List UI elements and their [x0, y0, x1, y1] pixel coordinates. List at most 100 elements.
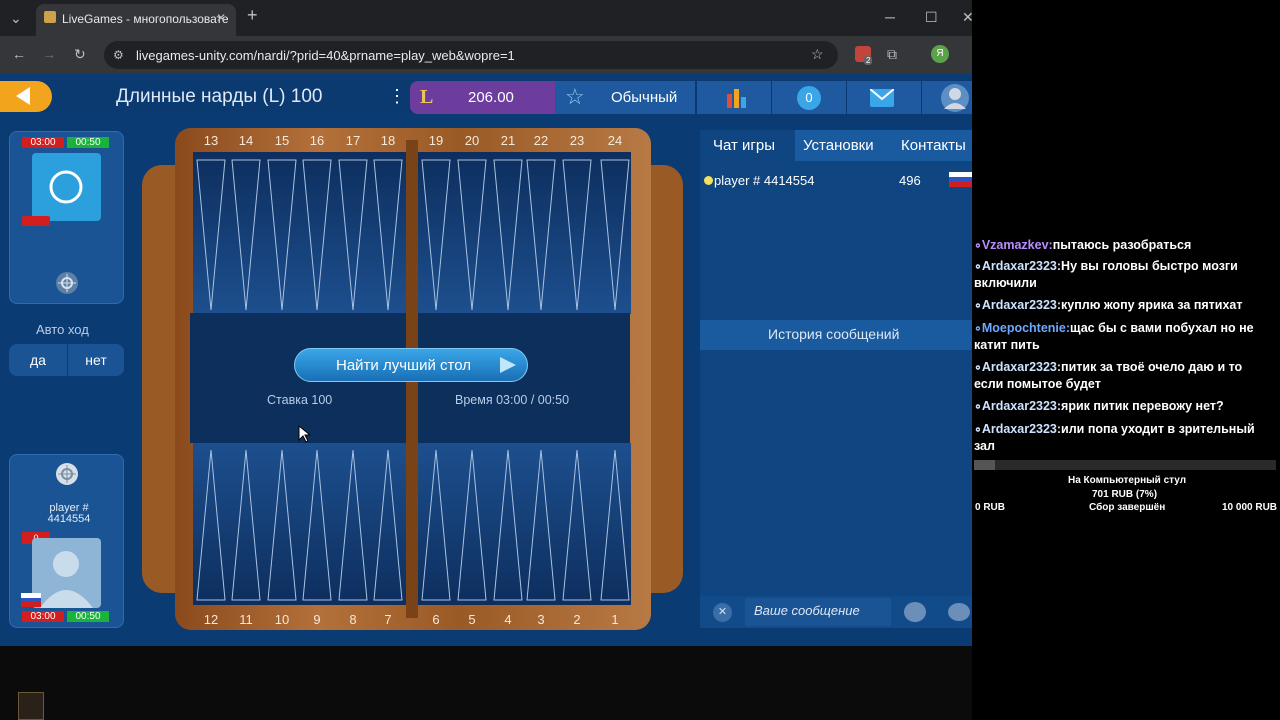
bar-chart-icon — [727, 89, 746, 108]
goal-status: Сбор завершён — [1089, 502, 1166, 513]
board-point-top[interactable] — [302, 159, 332, 311]
board-point-top[interactable] — [231, 159, 261, 311]
board-point-top[interactable] — [196, 159, 226, 311]
bookmark-star-icon[interactable]: ☆ — [811, 46, 824, 62]
stream-chat-nick: ∘Ardaxar2323: — [974, 298, 1062, 312]
emoji-icon[interactable] — [904, 602, 926, 622]
board-point-bottom[interactable] — [421, 449, 451, 601]
board-point-bottom[interactable] — [267, 449, 297, 601]
board-point-bottom[interactable] — [457, 449, 487, 601]
board-point-bottom[interactable] — [231, 449, 261, 601]
stream-chat-text: куплю жопу ярика за пятихат — [1061, 298, 1243, 312]
board-point-bottom[interactable] — [493, 449, 523, 601]
extensions-puzzle-icon[interactable]: ⧉ — [887, 46, 897, 62]
board-point-top[interactable] — [421, 159, 451, 311]
opponent-avatar — [32, 153, 101, 221]
board-point-top[interactable] — [493, 159, 523, 311]
player-timer-main: 03:00 — [22, 611, 64, 622]
coin-icon: L — [420, 86, 434, 108]
tab-title: LiveGames - многопользовате — [62, 12, 229, 26]
url-text[interactable]: livegames-unity.com/nardi/?prid=40&prnam… — [136, 48, 515, 63]
board-point-top[interactable] — [562, 159, 592, 311]
stream-chat-message: ∘Ardaxar2323:Ну вы головы быстро мозги в… — [974, 258, 1274, 292]
back-button[interactable] — [0, 81, 52, 112]
chat-panel — [700, 130, 972, 628]
message-input-placeholder: Ваше сообщение — [754, 603, 860, 618]
opponent-timer-main: 03:00 — [22, 137, 64, 148]
stream-chat-message: ∘Ardaxar2323:или попа уходит в зрительны… — [974, 421, 1274, 455]
stream-chat-text: ярик питик перевожу нет? — [1061, 399, 1224, 413]
point-number-bottom: 2 — [573, 612, 581, 627]
game-title: Длинные нарды (L) 100 — [116, 86, 323, 107]
chat-user-rating: 496 — [899, 173, 921, 188]
point-number-top: 16 — [309, 133, 325, 148]
stream-chat-nick: ∘Ardaxar2323: — [974, 422, 1062, 436]
board-point-bottom[interactable] — [196, 449, 226, 601]
new-tab-button[interactable]: + — [247, 6, 258, 24]
player-avatar — [32, 538, 101, 608]
maximize-button[interactable]: ☐ — [925, 9, 938, 25]
goal-progress-fill — [974, 460, 996, 470]
goal-max: 10 000 RUB — [1222, 502, 1278, 513]
minimize-button[interactable]: ─ — [885, 9, 895, 25]
favicon-icon — [44, 11, 56, 23]
board-point-top[interactable] — [267, 159, 297, 311]
goal-progress-track — [974, 460, 1276, 470]
tab-search-icon[interactable]: ⌄ — [10, 10, 22, 26]
board-point-bottom[interactable] — [302, 449, 332, 601]
board-point-bottom[interactable] — [338, 449, 368, 601]
point-number-top: 21 — [500, 133, 516, 148]
balance-value: 206.00 — [468, 89, 514, 106]
board-point-top[interactable] — [338, 159, 368, 311]
board-point-bottom[interactable] — [526, 449, 556, 601]
back-icon[interactable]: ← — [12, 46, 26, 62]
tab-contacts-label[interactable]: Контакты — [901, 137, 966, 154]
tab-close-icon[interactable]: ✕ — [216, 10, 226, 26]
mail-icon — [870, 89, 894, 107]
board-point-top[interactable] — [373, 159, 403, 311]
point-number-bottom: 10 — [274, 612, 290, 627]
stream-chat-nick: ∘Vzamazkev: — [974, 238, 1053, 252]
reload-icon[interactable]: ↻ — [74, 46, 86, 62]
stream-chat-message: ∘Ardaxar2323:ярик питик перевожу нет? — [974, 398, 1274, 415]
mode-label: Обычный — [611, 89, 678, 106]
clear-message-icon[interactable]: ✕ — [713, 603, 732, 622]
board-point-bottom[interactable] — [562, 449, 592, 601]
profile-avatar[interactable]: Я — [931, 45, 949, 63]
goal-amount: 701 RUB (7%) — [1092, 489, 1158, 500]
stream-chat-nick: ∘Moepochtenie: — [974, 321, 1071, 335]
game-menu-icon[interactable]: ⋮ — [388, 86, 406, 107]
opponent-timer-move: 00:50 — [67, 137, 109, 148]
user-silhouette-icon — [40, 551, 93, 608]
board-point-top[interactable] — [526, 159, 556, 311]
stream-chat-text: пытаюсь разобраться — [1052, 238, 1192, 252]
tab-game-chat-label[interactable]: Чат игры — [713, 137, 775, 154]
board-point-bottom[interactable] — [600, 449, 630, 601]
point-number-bottom: 12 — [203, 612, 219, 627]
auto-move-yes-button[interactable]: да — [9, 344, 67, 376]
ship-wheel-icon[interactable] — [55, 271, 79, 295]
extension-badge: 2 — [864, 56, 873, 65]
send-chat-icon[interactable] — [948, 603, 970, 621]
logo-icon — [18, 692, 44, 720]
point-number-bottom: 1 — [611, 612, 619, 627]
tab-settings-label[interactable]: Установки — [803, 137, 874, 154]
point-number-bottom: 9 — [313, 612, 321, 627]
site-info-icon[interactable]: ⚙ — [113, 47, 124, 63]
point-number-bottom: 3 — [537, 612, 545, 627]
opponent-score-badge — [22, 216, 50, 226]
forward-icon[interactable]: → — [42, 46, 56, 62]
stream-chat-message: ∘Ardaxar2323:куплю жопу ярика за пятихат — [974, 297, 1274, 314]
board-point-top[interactable] — [457, 159, 487, 311]
stake-label: Ставка 100 — [267, 393, 333, 407]
auto-move-no-button[interactable]: нет — [67, 344, 124, 376]
user-avatar-icon — [941, 84, 969, 112]
board-point-bottom[interactable] — [373, 449, 403, 601]
board-point-top[interactable] — [600, 159, 630, 311]
stream-chat-message: ∘Ardaxar2323:питик за твоё очело даю и т… — [974, 359, 1274, 393]
play-arrow-icon — [500, 357, 516, 373]
point-number-bottom: 5 — [468, 612, 476, 627]
ship-wheel-icon[interactable] — [55, 462, 79, 486]
point-number-top: 20 — [464, 133, 480, 148]
chat-user-name[interactable]: player # 4414554 — [714, 173, 814, 188]
